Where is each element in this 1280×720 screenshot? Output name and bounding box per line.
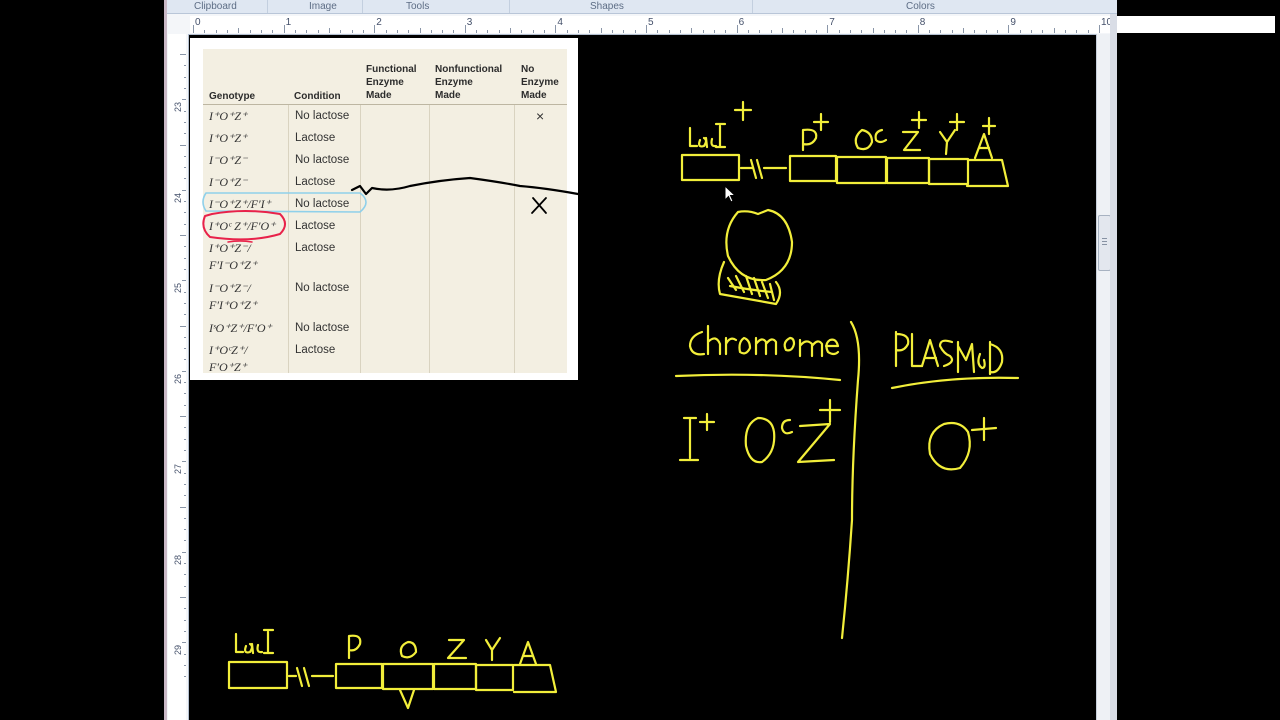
window-border-right <box>1110 14 1117 720</box>
vertical-scrollbar[interactable] <box>1096 34 1111 720</box>
red-highlight-circle <box>202 210 286 241</box>
red-underline <box>227 240 253 243</box>
bottom-gene-diagram <box>227 628 558 710</box>
x-mark <box>531 197 547 214</box>
tear-line <box>350 176 580 196</box>
paint-window: Clipboard Image Tools Shapes Colors 0123… <box>0 0 1280 720</box>
mouse-pointer-icon <box>724 185 737 203</box>
blue-highlight-oval <box>202 192 367 213</box>
handwriting-layer <box>202 100 1020 710</box>
chromosome-plasmid-section <box>674 320 1020 640</box>
